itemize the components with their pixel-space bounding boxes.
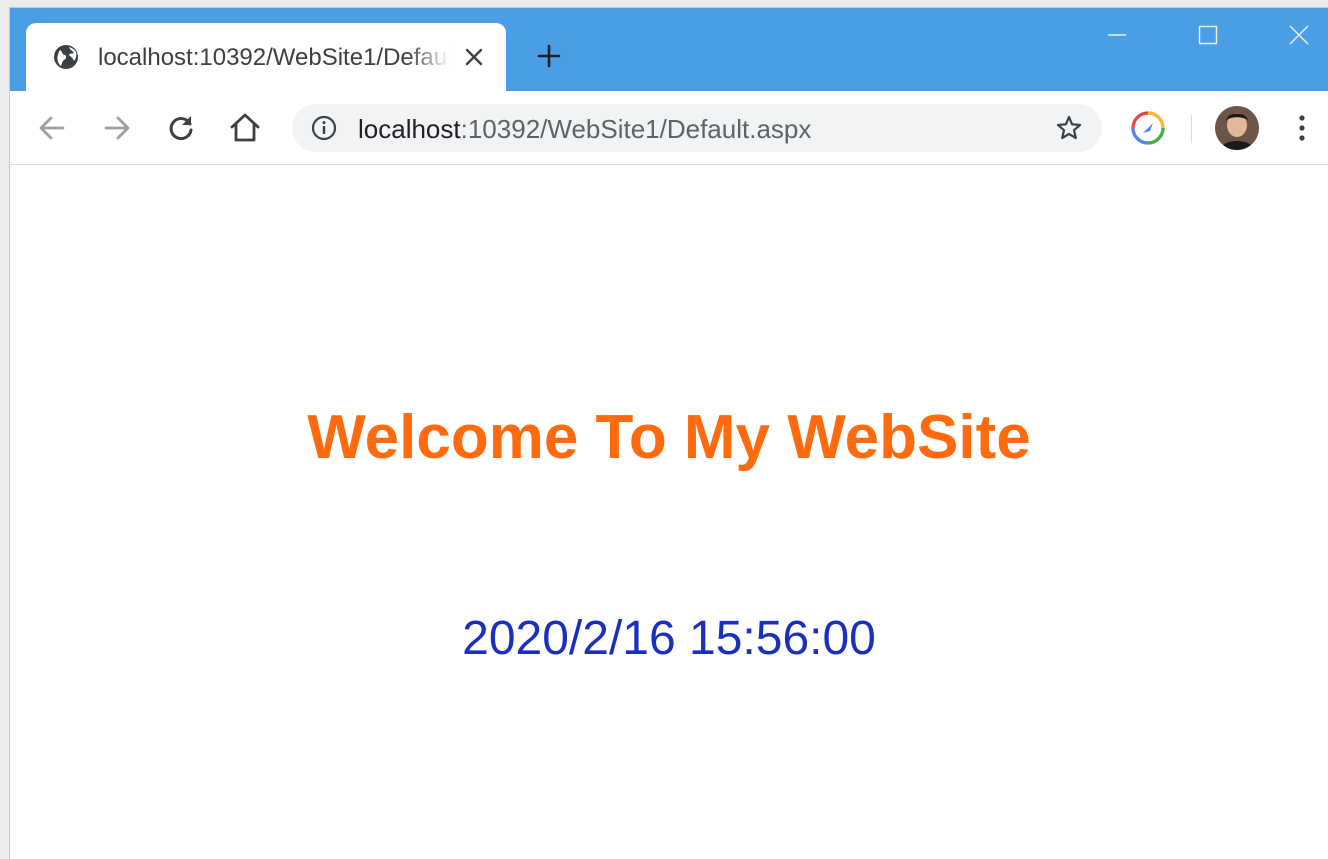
address-bar[interactable]: localhost:10392/WebSite1/Default.aspx (292, 104, 1102, 152)
info-icon[interactable] (310, 114, 338, 142)
forward-arrow-icon[interactable] (95, 106, 139, 150)
maximize-icon[interactable] (1186, 18, 1230, 52)
avatar[interactable] (1215, 106, 1259, 150)
tab-strip: localhost:10392/WebSite1/Default.aspx (10, 8, 1328, 91)
toolbar-separator (1191, 115, 1192, 143)
url-path: :10392/WebSite1/Default.aspx (460, 114, 812, 144)
current-datetime: 2020/2/16 15:56:00 (462, 612, 876, 665)
url-text[interactable]: localhost:10392/WebSite1/Default.aspx (358, 114, 811, 144)
extension-icon[interactable] (1126, 106, 1170, 150)
globe-icon (52, 43, 80, 71)
back-arrow-icon[interactable] (30, 106, 74, 150)
browser-window: localhost:10392/WebSite1/Default.aspx (10, 8, 1328, 859)
close-icon[interactable] (1277, 18, 1321, 52)
browser-tab[interactable]: localhost:10392/WebSite1/Default.aspx (26, 23, 506, 91)
more-menu-icon[interactable] (1280, 106, 1324, 150)
reload-icon[interactable] (159, 106, 203, 150)
star-icon[interactable] (1054, 113, 1084, 143)
browser-toolbar: localhost:10392/WebSite1/Default.aspx (10, 91, 1328, 165)
url-host: localhost (358, 114, 461, 144)
tab-title: localhost:10392/WebSite1/Default.aspx (98, 44, 450, 71)
new-tab-plus-icon[interactable] (532, 39, 566, 73)
home-icon[interactable] (223, 106, 267, 150)
tab-close-icon[interactable] (462, 45, 486, 69)
page-content: Welcome To My WebSite 2020/2/16 15:56:00 (10, 165, 1328, 859)
minimize-icon[interactable] (1095, 18, 1139, 52)
welcome-heading: Welcome To My WebSite (307, 403, 1031, 472)
